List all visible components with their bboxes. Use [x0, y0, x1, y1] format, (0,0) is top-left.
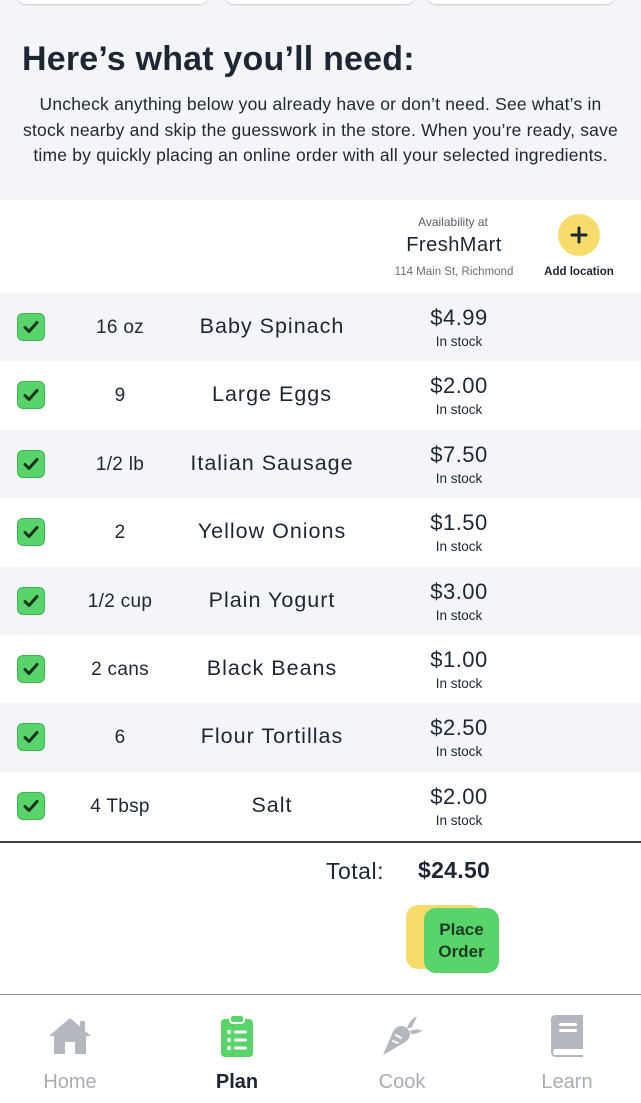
ingredient-name: Black Beans — [206, 655, 338, 680]
place-order-label: Place Order — [438, 919, 485, 961]
ingredient-name: Yellow Onions — [197, 519, 347, 544]
stock-status: In stock — [435, 470, 483, 486]
ingredient-price: $3.00 — [430, 578, 488, 604]
ingredient-quantity: 16 oz — [96, 317, 144, 338]
top-tab-2[interactable] — [226, 0, 414, 4]
intro-description: Uncheck anything below you already have … — [23, 94, 618, 165]
stock-status: In stock — [435, 675, 483, 691]
ingredient-checkbox[interactable] — [17, 518, 45, 547]
checkmark-icon — [23, 799, 39, 812]
ingredient-name: Plain Yogurt — [208, 587, 336, 612]
nav-item-cook[interactable]: Cook — [332, 995, 472, 1103]
checkmark-icon — [23, 526, 39, 539]
intro-section: Here’s what you’ll need: Uncheck anythin… — [0, 10, 641, 200]
store-name[interactable]: FreshMart — [380, 234, 528, 257]
ingredient-quantity: 9 — [114, 385, 126, 407]
total-label: Total: — [326, 858, 384, 884]
stock-status: In stock — [435, 402, 483, 418]
ingredient-quantity: 6 — [114, 727, 126, 749]
bottom-nav: Home Plan Cook Learn — [0, 994, 641, 1103]
checkmark-icon — [23, 662, 39, 675]
ingredient-price: $2.00 — [430, 373, 488, 399]
add-location-label[interactable]: Add location — [536, 266, 622, 278]
checkmark-icon — [23, 389, 39, 402]
ingredient-row: 2 cans Black Beans $1.00 In stock — [0, 634, 641, 704]
availability-label: Availability at — [418, 215, 488, 229]
ingredient-price: $2.50 — [430, 715, 488, 741]
ingredient-quantity: 1/2 cup — [87, 590, 153, 612]
page-title: Here’s what you’ll need: — [22, 40, 415, 78]
ingredient-quantity: 2 cans — [91, 658, 149, 680]
place-order-button[interactable]: Place Order — [424, 908, 499, 973]
ingredient-name: Salt — [251, 792, 293, 817]
checkmark-icon — [23, 321, 39, 333]
ingredient-price: $7.50 — [430, 441, 488, 467]
checkmark-icon — [23, 594, 39, 607]
nav-label-cook: Cook — [378, 1071, 426, 1093]
ingredient-quantity: 1/2 lb — [95, 453, 145, 475]
ingredient-checkbox[interactable] — [17, 791, 45, 820]
store-header: Availability at FreshMart 114 Main St, R… — [0, 200, 641, 293]
total-value: $24.50 — [418, 857, 491, 883]
stock-status: In stock — [435, 334, 483, 349]
ingredient-price: $1.00 — [430, 646, 488, 672]
ingredient-quantity: 2 — [114, 522, 126, 544]
top-tab-3[interactable] — [428, 0, 614, 4]
home-icon — [45, 1013, 95, 1059]
ingredient-name: Flour Tortillas — [200, 724, 344, 749]
ingredient-checkbox[interactable] — [17, 723, 45, 752]
stock-status: In stock — [435, 607, 483, 623]
top-tab-strip — [0, 0, 641, 10]
ingredient-price: $1.50 — [430, 510, 488, 536]
nav-label-learn: Learn — [541, 1071, 593, 1093]
carrot-icon — [377, 1013, 427, 1059]
checkmark-icon — [23, 731, 39, 744]
list-divider — [0, 841, 641, 843]
ingredient-checkbox[interactable] — [17, 586, 45, 615]
ingredient-checkbox[interactable] — [17, 313, 45, 341]
nav-item-learn[interactable]: Learn — [497, 995, 637, 1103]
ingredient-row: 9 Large Eggs $2.00 In stock — [0, 361, 641, 430]
ingredient-quantity: 4 Tbsp — [90, 795, 150, 817]
nav-label-plan: Plan — [215, 1071, 259, 1093]
ingredient-checkbox[interactable] — [17, 381, 45, 410]
book-icon — [542, 1013, 592, 1059]
ingredient-row: 6 Flour Tortillas $2.50 In stock — [0, 703, 641, 772]
checkmark-icon — [23, 457, 39, 470]
ingredient-list: 16 oz Baby Spinach $4.99 In stock 9 Larg… — [0, 293, 641, 841]
clipboard-list-icon — [212, 1013, 262, 1059]
plus-icon — [570, 226, 588, 244]
ingredient-row: 4 Tbsp Salt $2.00 In stock — [0, 771, 641, 841]
nav-label-home: Home — [43, 1071, 97, 1093]
ingredient-price: $4.99 — [430, 305, 488, 330]
stock-status: In stock — [435, 812, 483, 828]
nav-item-plan[interactable]: Plan — [167, 995, 307, 1103]
ingredient-row: 1/2 lb Italian Sausage $7.50 In stock — [0, 429, 641, 499]
ingredient-row: 1/2 cup Plain Yogurt $3.00 In stock — [0, 566, 641, 635]
ingredient-row: 16 oz Baby Spinach $4.99 In stock — [0, 293, 641, 362]
ingredient-name: Italian Sausage — [190, 450, 354, 475]
ingredient-name: Baby Spinach — [199, 314, 345, 338]
stock-status: In stock — [435, 539, 483, 555]
add-location-button[interactable] — [558, 214, 600, 256]
ingredient-name: Large Eggs — [212, 382, 332, 407]
ingredient-checkbox[interactable] — [17, 654, 45, 683]
ingredient-row: 2 Yellow Onions $1.50 In stock — [0, 498, 641, 567]
stock-status: In stock — [435, 744, 483, 760]
ingredient-checkbox[interactable] — [17, 449, 45, 478]
store-address: 114 Main St, Richmond — [394, 266, 514, 278]
ingredient-price: $2.00 — [430, 783, 488, 809]
nav-item-home[interactable]: Home — [0, 995, 140, 1103]
top-tab-1[interactable] — [18, 0, 208, 4]
